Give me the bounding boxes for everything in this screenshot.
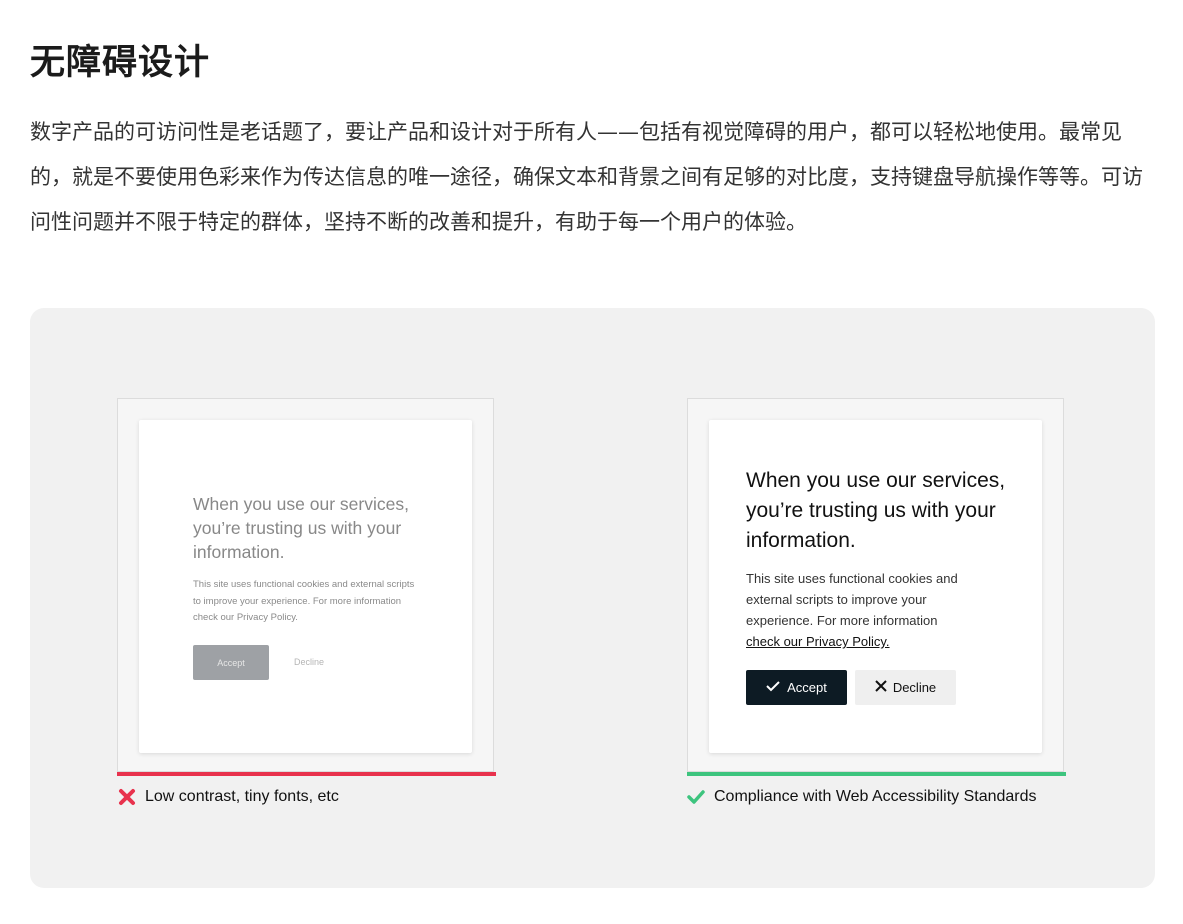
intro-paragraph: 数字产品的可访问性是老话题了，要让产品和设计对于所有人——包括有视觉障碍的用户，… — [30, 120, 1143, 234]
good-cookie-card: When you use our services, you’re trusti… — [709, 420, 1042, 753]
check-icon — [687, 788, 705, 806]
bad-decline-button[interactable]: Decline — [294, 657, 324, 667]
comparison-panel: When you use our services, you’re trusti… — [30, 308, 1155, 888]
good-decline-button[interactable]: Decline — [855, 670, 956, 705]
cross-icon — [118, 788, 136, 806]
bad-caption: Low contrast, tiny fonts, etc — [118, 788, 339, 806]
good-card-heading: When you use our services, you’re trusti… — [746, 469, 1006, 552]
bad-cookie-card: When you use our services, you’re trusti… — [139, 420, 472, 753]
bad-card-body: This site uses functional cookies and ex… — [193, 579, 415, 623]
close-icon — [875, 680, 887, 695]
good-caption: Compliance with Web Accessibility Standa… — [687, 788, 1037, 806]
good-decline-label: Decline — [892, 680, 937, 695]
bad-caption-text: Low contrast, tiny fonts, etc — [145, 788, 339, 805]
bad-status-bar — [117, 772, 496, 776]
bad-accept-button[interactable]: Accept — [193, 645, 269, 680]
good-card-body: This site uses functional cookies and ex… — [746, 571, 958, 628]
good-example-frame: When you use our services, you’re trusti… — [687, 398, 1066, 776]
good-caption-text: Compliance with Web Accessibility Standa… — [714, 788, 1037, 805]
bad-example-frame: When you use our services, you’re trusti… — [117, 398, 496, 776]
check-icon — [766, 680, 780, 695]
good-accept-button[interactable]: Accept — [746, 670, 847, 705]
page-title: 无障碍设计 — [30, 43, 211, 83]
privacy-policy-link[interactable]: check our Privacy Policy. — [746, 631, 890, 652]
bad-card-heading: When you use our services, you’re trusti… — [193, 494, 409, 562]
good-accept-label: Accept — [787, 680, 827, 695]
good-status-bar — [687, 772, 1066, 776]
